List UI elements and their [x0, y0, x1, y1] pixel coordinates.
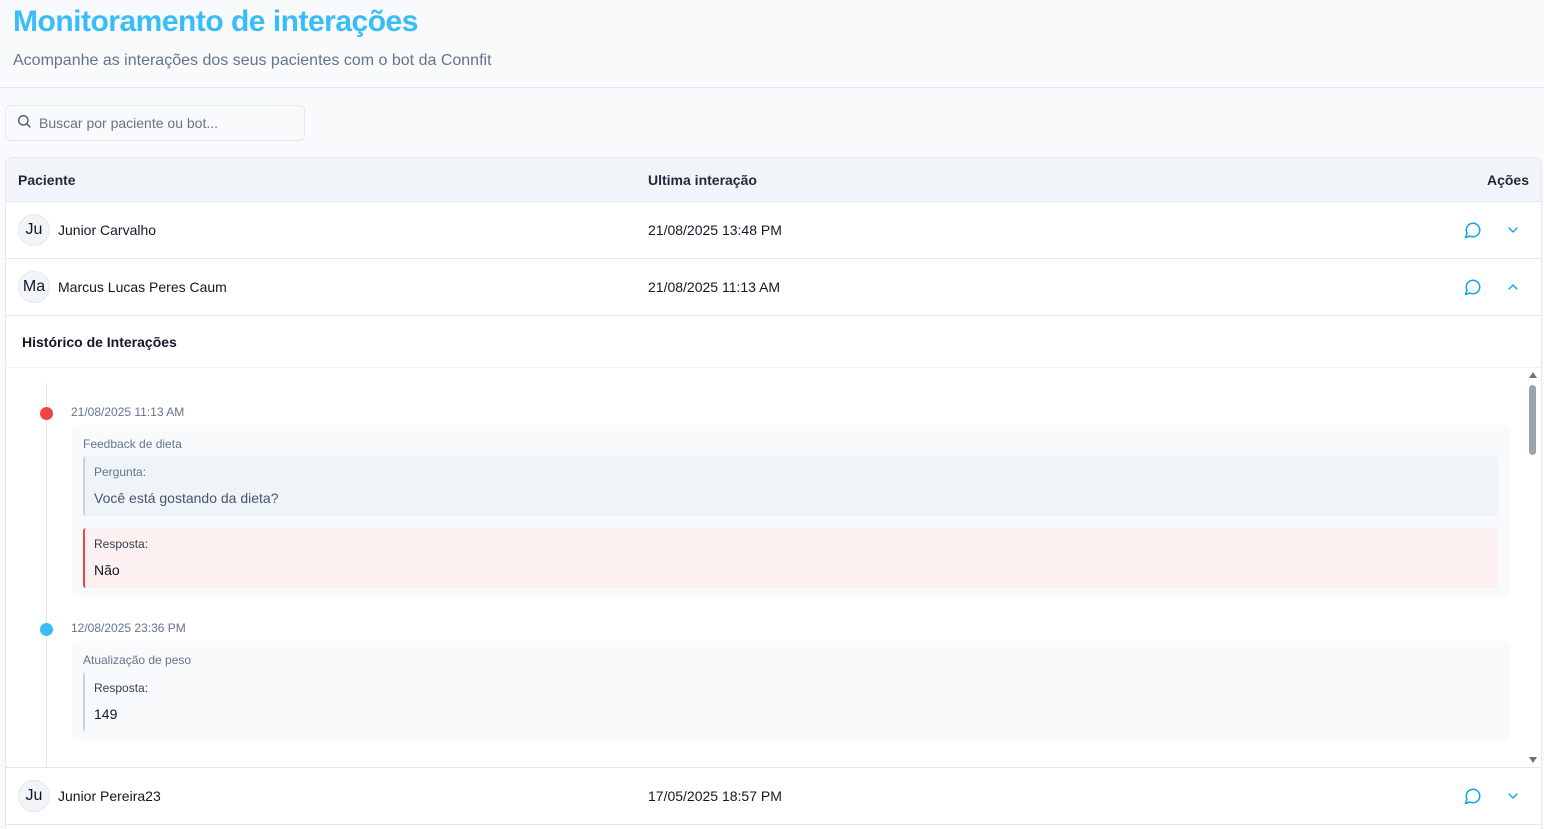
avatar: Ju	[18, 780, 50, 812]
question-text: Você está gostando da dieta?	[94, 490, 279, 506]
interaction-topic: Atualização de peso	[83, 653, 192, 667]
scroll-up-arrow-icon[interactable]	[1529, 372, 1537, 378]
page-title: Monitoramento de interações	[13, 5, 418, 38]
avatar: Ju	[18, 214, 50, 246]
answer-text: Não	[94, 562, 120, 578]
page-header: Monitoramento de interações Acompanhe as…	[0, 0, 1544, 88]
table-header: Paciente Ultima interação Ações	[6, 158, 1541, 202]
chat-icon[interactable]	[1464, 278, 1482, 296]
interaction-card: Atualização de peso Resposta: 149	[72, 641, 1510, 741]
search-icon	[16, 113, 32, 134]
answer-box: Resposta: 149	[83, 672, 1498, 732]
patient-name: Junior Carvalho	[58, 222, 157, 238]
column-header-ultima-interacao: Ultima interação	[648, 171, 757, 188]
page-subtitle: Acompanhe as interações dos seus pacient…	[13, 52, 492, 69]
patient-name: Marcus Lucas Peres Caum	[58, 279, 227, 295]
last-interaction-date: 17/05/2025 18:57 PM	[648, 788, 782, 804]
entry-date: 12/08/2025 23:36 PM	[71, 621, 186, 635]
timeline-line	[46, 383, 47, 767]
interaction-history-panel: Histórico de Interações 21/08/2025 11:13…	[6, 316, 1541, 768]
interaction-topic: Feedback de dieta	[83, 437, 182, 451]
chevron-up-icon[interactable]	[1505, 279, 1521, 295]
search-input[interactable]	[39, 115, 289, 131]
interactions-table: Paciente Ultima interação Ações Ju Junio…	[5, 157, 1542, 829]
scrollbar-thumb[interactable]	[1529, 385, 1536, 455]
history-title: Histórico de Interações	[6, 316, 1541, 368]
scroll-down-arrow-icon[interactable]	[1529, 757, 1537, 763]
column-header-acoes: Ações	[1486, 171, 1529, 188]
table-row[interactable]: Ju Junior Carvalho 21/08/2025 13:48 PM	[6, 202, 1541, 259]
status-dot-negative	[40, 407, 53, 420]
column-header-paciente: Paciente	[18, 171, 76, 188]
scrollbar[interactable]	[1528, 369, 1538, 767]
patient-name: Junior Pereira23	[58, 788, 161, 804]
status-dot-info	[40, 623, 53, 636]
answer-text: 149	[94, 706, 118, 722]
question-box: Pergunta: Você está gostando da dieta?	[83, 456, 1498, 516]
chevron-down-icon[interactable]	[1505, 788, 1521, 804]
last-interaction-date: 21/08/2025 11:13 AM	[648, 279, 781, 295]
entry-date: 21/08/2025 11:13 AM	[71, 405, 185, 419]
timeline-scroll-area[interactable]: 21/08/2025 11:13 AM Feedback de dieta Pe…	[6, 369, 1540, 767]
search-box[interactable]	[5, 105, 305, 141]
last-interaction-date: 21/08/2025 13:48 PM	[648, 222, 782, 238]
chat-icon[interactable]	[1464, 787, 1482, 805]
answer-label: Resposta:	[94, 681, 149, 695]
answer-box-negative: Resposta: Não	[83, 528, 1498, 588]
avatar: Ma	[18, 271, 50, 303]
question-label: Pergunta:	[94, 465, 147, 479]
chat-icon[interactable]	[1464, 221, 1482, 239]
answer-label: Resposta:	[94, 537, 149, 551]
table-row[interactable]: Ju Junior Pereira23 17/05/2025 18:57 PM	[6, 768, 1541, 825]
table-row[interactable]: Ma Marcus Lucas Peres Caum 21/08/2025 11…	[6, 259, 1541, 316]
chevron-down-icon[interactable]	[1505, 222, 1521, 238]
interaction-card: Feedback de dieta Pergunta: Você está go…	[72, 425, 1510, 597]
